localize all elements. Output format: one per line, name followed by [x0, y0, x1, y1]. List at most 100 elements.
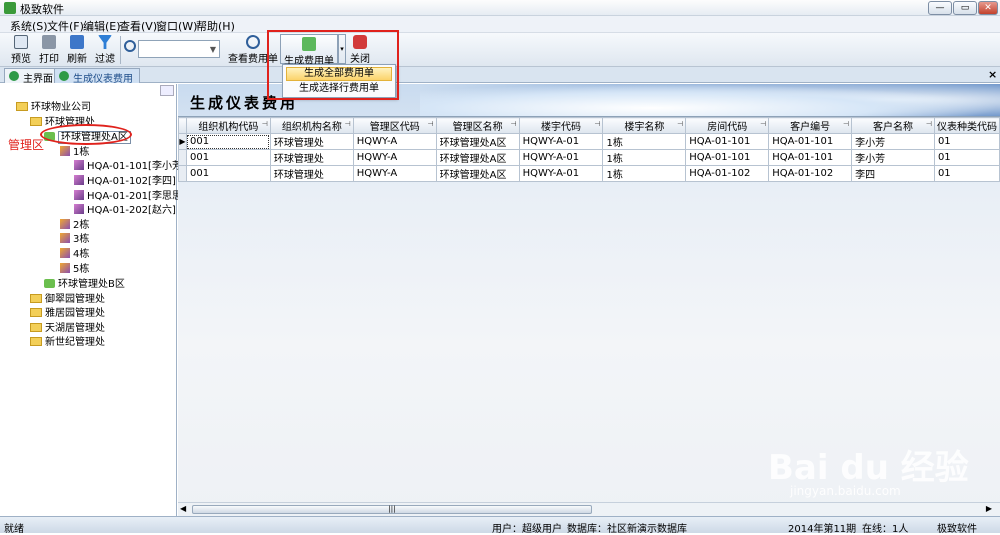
table-cell[interactable]: 01: [933, 165, 1000, 182]
tree-node-office[interactable]: 御翠园管理处: [30, 290, 105, 305]
tree-node-root[interactable]: 环球物业公司: [16, 98, 91, 113]
table-cell[interactable]: 环球管理处: [269, 149, 354, 166]
pin-icon[interactable]: ⊣: [345, 120, 351, 128]
tree-node-room[interactable]: HQA-01-202[赵六]: [74, 201, 176, 216]
table-cell[interactable]: HQA-01-101: [768, 149, 853, 166]
table-cell[interactable]: 李小芳: [851, 149, 935, 166]
table-cell[interactable]: 环球管理处A区: [435, 165, 520, 182]
pin-icon[interactable]: ⊣: [262, 120, 268, 128]
tree-node-office[interactable]: 新世纪管理处: [30, 333, 105, 348]
tab-home[interactable]: 主界面: [4, 68, 60, 85]
pin-icon[interactable]: ⊣: [594, 120, 600, 128]
pin-icon[interactable]: ⊣: [510, 120, 516, 128]
column-header[interactable]: 组织机构代码 ⊣: [185, 117, 271, 134]
tree-node-room[interactable]: HQA-01-101[李小芳]: [74, 157, 186, 172]
building-icon: [60, 219, 70, 229]
table-cell[interactable]: HQWY-A: [352, 165, 437, 182]
table-cell[interactable]: 1栋: [602, 149, 687, 166]
table-cell[interactable]: 1栋: [602, 133, 687, 150]
table-cell[interactable]: HQA-01-101: [685, 133, 770, 150]
area-icon: [44, 279, 55, 288]
table-cell[interactable]: HQWY-A-01: [518, 149, 604, 166]
tree-toolbar-icon[interactable]: [160, 85, 174, 96]
table-cell[interactable]: 李四: [851, 165, 935, 182]
tree-node-building[interactable]: 4栋: [60, 245, 89, 260]
tree-node-room[interactable]: HQA-01-201[李思思]: [74, 187, 186, 202]
table-cell[interactable]: 环球管理处: [269, 133, 354, 150]
table-cell[interactable]: 001: [185, 133, 271, 150]
scroll-left-icon[interactable]: ◀: [180, 504, 186, 513]
menu-help[interactable]: 帮助(H): [196, 18, 235, 34]
tree-node-building[interactable]: 5栋: [60, 260, 89, 275]
column-header[interactable]: 组织机构名称 ⊣: [269, 117, 354, 134]
scroll-right-icon[interactable]: ▶: [986, 504, 992, 513]
preview-button[interactable]: 预览: [6, 35, 36, 65]
tree-node-building[interactable]: 1栋: [60, 143, 89, 158]
menu-file[interactable]: 文件(F): [47, 18, 84, 34]
view-bill-button[interactable]: 查看费用单: [228, 35, 278, 65]
tab-generate-meter-fees[interactable]: 生成仪表费用: [54, 68, 140, 85]
minimize-button[interactable]: —: [928, 1, 952, 15]
pin-icon[interactable]: ⊣: [677, 120, 683, 128]
table-cell[interactable]: HQWY-A: [352, 133, 437, 150]
close-tab-icon[interactable]: ×: [988, 68, 997, 81]
room-icon: [74, 190, 84, 200]
maximize-button[interactable]: ▭: [953, 1, 977, 15]
table-cell[interactable]: 环球管理处A区: [435, 149, 520, 166]
table-cell[interactable]: HQWY-A-01: [518, 133, 604, 150]
column-header[interactable]: 楼宇代码 ⊣: [518, 117, 604, 134]
table-row[interactable]: 001 环球管理处 HQWY-A 环球管理处A区 HQWY-A-01 1栋 HQ…: [178, 165, 1000, 182]
tree-node-area-b[interactable]: 环球管理处B区: [44, 275, 125, 290]
tree-node-building[interactable]: 3栋: [60, 230, 89, 245]
table-cell[interactable]: HQA-01-101: [685, 149, 770, 166]
column-header-label: 管理区名称: [452, 122, 503, 133]
scrollbar-thumb[interactable]: |||: [192, 505, 592, 514]
table-cell[interactable]: HQA-01-101: [768, 133, 853, 150]
column-header[interactable]: 管理区名称 ⊣: [435, 117, 520, 134]
refresh-button[interactable]: 刷新: [62, 35, 92, 65]
status-bar: 就绪 用户：超级用户 数据库：社区新演示数据库 2014年第11期 在线：1人 …: [0, 516, 1000, 535]
menu-view[interactable]: 查看(V): [119, 18, 157, 34]
pin-icon[interactable]: ⊣: [843, 120, 849, 128]
pin-icon[interactable]: ⊣: [926, 120, 932, 128]
tree-node-office[interactable]: 天湖居管理处: [30, 319, 105, 334]
tree-node-label: HQA-01-202[赵六]: [87, 205, 176, 216]
table-cell[interactable]: HQA-01-102: [768, 165, 853, 182]
menu-edit[interactable]: 编辑(E): [83, 18, 121, 34]
search-icon[interactable]: [124, 40, 136, 52]
table-cell[interactable]: 01: [933, 149, 1000, 166]
table-cell[interactable]: 01: [933, 133, 1000, 150]
table-cell[interactable]: 李小芳: [851, 133, 935, 150]
table-cell[interactable]: 001: [185, 149, 271, 166]
filter-button[interactable]: 过滤: [90, 35, 120, 65]
row-indicator-header: [178, 117, 187, 134]
table-cell[interactable]: HQWY-A-01: [518, 165, 604, 182]
column-header[interactable]: 管理区代码 ⊣: [352, 117, 437, 134]
tree-node-building[interactable]: 2栋: [60, 216, 89, 231]
table-cell[interactable]: 环球管理处: [269, 165, 354, 182]
column-header[interactable]: 房间代码 ⊣: [685, 117, 770, 134]
tree-node-office[interactable]: 雅居园管理处: [30, 304, 105, 319]
folder-icon: [30, 117, 42, 126]
search-combo[interactable]: ▼: [138, 40, 220, 58]
column-header[interactable]: 仪表种类代码: [933, 117, 1000, 134]
table-row[interactable]: 001 环球管理处 HQWY-A 环球管理处A区 HQWY-A-01 1栋 HQ…: [178, 149, 1000, 166]
close-window-button[interactable]: ✕: [978, 1, 998, 15]
table-row[interactable]: ▶ 001 环球管理处 HQWY-A 环球管理处A区 HQWY-A-01 1栋 …: [178, 133, 1000, 150]
table-cell[interactable]: HQA-01-102: [685, 165, 770, 182]
table-cell[interactable]: 1栋: [602, 165, 687, 182]
horizontal-scrollbar[interactable]: ◀ ||| ▶: [178, 502, 1000, 516]
room-icon: [74, 160, 84, 170]
column-header[interactable]: 客户编号 ⊣: [768, 117, 853, 134]
pin-icon[interactable]: ⊣: [428, 120, 434, 128]
column-header[interactable]: 楼宇名称 ⊣: [602, 117, 687, 134]
column-header[interactable]: 客户名称 ⊣: [851, 117, 935, 134]
table-cell[interactable]: 环球管理处A区: [435, 133, 520, 150]
table-cell[interactable]: HQWY-A: [352, 149, 437, 166]
menu-window[interactable]: 窗口(W): [156, 18, 197, 34]
menu-system[interactable]: 系统(S): [10, 18, 48, 34]
table-cell[interactable]: 001: [185, 165, 271, 182]
tree-node-room[interactable]: HQA-01-102[李四]: [74, 172, 176, 187]
pin-icon[interactable]: ⊣: [760, 120, 766, 128]
print-button[interactable]: 打印: [34, 35, 64, 65]
